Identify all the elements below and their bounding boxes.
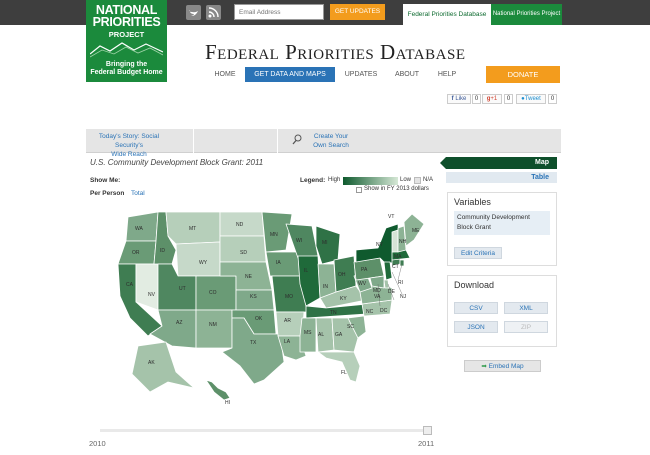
label-AK: AK xyxy=(148,360,155,366)
label-ME: ME xyxy=(412,228,420,234)
label-MT: MT xyxy=(189,226,196,232)
variables-panel: Variables Community Development Block Gr… xyxy=(447,192,557,266)
state-NM[interactable] xyxy=(195,309,233,349)
label-MN: MN xyxy=(270,232,278,238)
view-map-tab[interactable]: Map xyxy=(440,157,557,169)
label-NM: NM xyxy=(209,322,217,328)
label-PA: PA xyxy=(361,267,368,273)
label-CO: CO xyxy=(209,290,217,296)
label-UT: UT xyxy=(179,286,186,292)
label-OH: OH xyxy=(338,272,346,278)
timeline-start-year: 2010 xyxy=(89,439,106,448)
embed-map-button[interactable]: ➡ Embed Map xyxy=(464,360,541,372)
download-csv-button[interactable]: CSV xyxy=(454,302,498,314)
label-CA: CA xyxy=(126,282,134,288)
label-MO: MO xyxy=(285,294,293,300)
download-panel: Download CSV XML JSON ZIP xyxy=(447,275,557,347)
state-KS[interactable] xyxy=(235,289,275,311)
state-AK[interactable] xyxy=(131,341,195,393)
label-WI: WI xyxy=(296,238,302,244)
view-table-tab[interactable]: Table xyxy=(446,172,557,183)
label-MI: MI xyxy=(322,240,328,246)
label-LA: LA xyxy=(284,339,291,345)
embed-map-label: Embed Map xyxy=(488,363,524,370)
label-WA: WA xyxy=(135,226,144,232)
label-OK: OK xyxy=(255,316,263,322)
label-GA: GA xyxy=(335,332,343,338)
variables-title: Variables xyxy=(454,197,491,207)
label-NC: NC xyxy=(366,309,374,315)
download-title: Download xyxy=(454,280,495,290)
state-DE[interactable] xyxy=(383,279,390,289)
label-VT: VT xyxy=(388,214,394,220)
label-AZ: AZ xyxy=(176,320,182,326)
label-HI: HI xyxy=(225,400,230,406)
label-SD: SD xyxy=(240,250,247,256)
state-NV[interactable] xyxy=(135,263,159,311)
label-MA: MA xyxy=(394,254,402,260)
label-AR: AR xyxy=(284,318,291,324)
label-AL: AL xyxy=(318,332,324,338)
state-HI[interactable] xyxy=(205,379,231,401)
label-TX: TX xyxy=(250,340,257,346)
label-WY: WY xyxy=(199,260,208,266)
label-NY: NY xyxy=(376,242,384,248)
edit-criteria-button[interactable]: Edit Criteria xyxy=(454,247,502,259)
state-VT[interactable] xyxy=(391,229,399,253)
label-RI: RI xyxy=(398,280,403,286)
year-slider-handle[interactable] xyxy=(423,426,432,435)
label-IL: IL xyxy=(304,268,308,274)
timeline-end-year: 2011 xyxy=(418,439,435,448)
label-OR: OR xyxy=(132,250,140,256)
label-IA: IA xyxy=(276,260,281,266)
state-AZ[interactable] xyxy=(149,309,197,349)
label-VA: VA xyxy=(374,294,381,300)
arrow-right-icon: ➡ xyxy=(481,363,487,370)
label-SC: SC xyxy=(347,324,354,330)
label-ID: ID xyxy=(160,248,165,254)
state-IA[interactable] xyxy=(265,251,301,277)
state-SD[interactable] xyxy=(219,235,267,263)
label-MD: MD xyxy=(373,288,381,294)
label-WV: WV xyxy=(358,281,367,287)
state-AR[interactable] xyxy=(275,311,305,337)
label-NH: NH xyxy=(399,239,407,245)
label-DC: DC xyxy=(380,308,388,314)
label-TN: TN xyxy=(330,310,337,316)
label-FL: FL xyxy=(341,370,347,376)
variable-name: Community Development Block Grant xyxy=(454,211,550,235)
state-MD[interactable] xyxy=(369,275,385,289)
state-WY[interactable] xyxy=(175,241,221,277)
label-NJ: NJ xyxy=(400,294,407,300)
label-NV: NV xyxy=(148,292,156,298)
state-RI[interactable] xyxy=(399,259,405,267)
label-NE: NE xyxy=(245,274,253,280)
download-xml-button[interactable]: XML xyxy=(504,302,548,314)
state-NJ[interactable] xyxy=(383,261,393,281)
year-slider-track[interactable] xyxy=(100,429,432,432)
label-KY: KY xyxy=(340,296,347,302)
label-ND: ND xyxy=(236,222,244,228)
label-DE: DE xyxy=(388,289,396,295)
download-zip-button: ZIP xyxy=(504,321,548,333)
state-MI[interactable] xyxy=(315,225,341,265)
label-MS: MS xyxy=(304,330,312,336)
label-CT: CT xyxy=(392,264,399,270)
download-json-button[interactable]: JSON xyxy=(454,321,498,333)
label-KS: KS xyxy=(250,294,257,300)
label-IN: IN xyxy=(323,284,328,290)
state-FL[interactable] xyxy=(317,351,361,383)
